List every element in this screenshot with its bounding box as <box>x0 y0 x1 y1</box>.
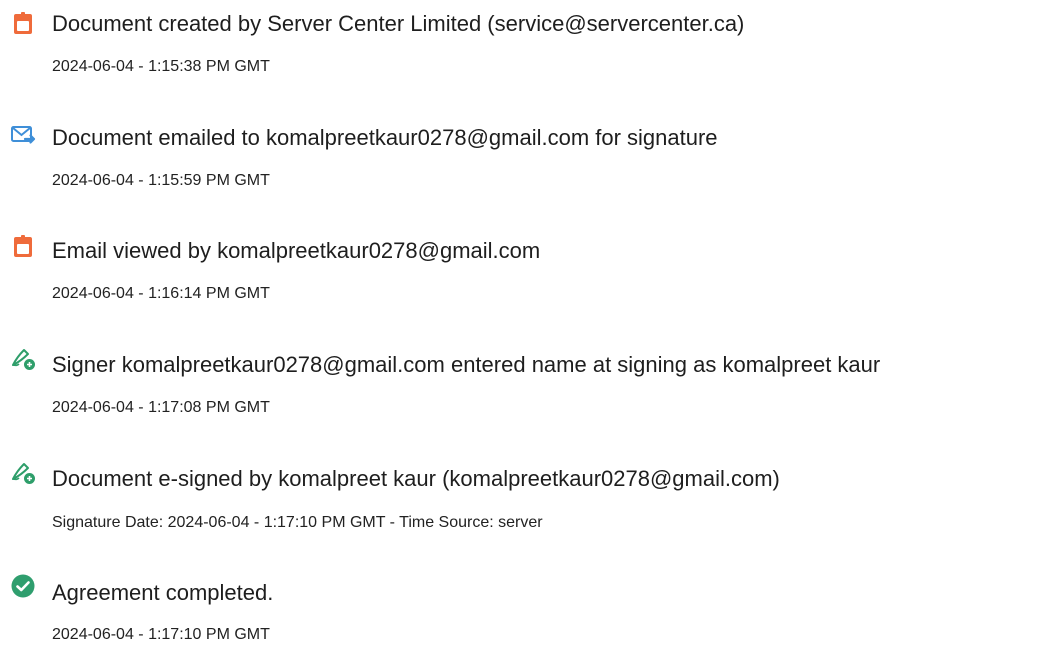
email-icon <box>10 122 36 148</box>
event-timestamp: 2024-06-04 - 1:16:14 PM GMT <box>52 285 270 302</box>
event-timestamp: 2024-06-04 - 1:17:08 PM GMT <box>52 399 270 416</box>
event-title: Signer komalpreetkaur0278@gmail.com ente… <box>52 352 881 377</box>
event-timestamp: 2024-06-04 - 1:15:59 PM GMT <box>52 172 270 189</box>
event-timestamp: 2024-06-04 - 1:17:10 PM GMT <box>52 626 270 643</box>
event-title: Email viewed by komalpreetkaur0278@gmail… <box>52 238 541 263</box>
signature-icon <box>10 345 36 371</box>
event-title: Agreement completed. <box>52 580 274 605</box>
event-title: Document e-signed by komalpreet kaur (ko… <box>52 466 780 491</box>
event-title: Document emailed to komalpreetkaur0278@g… <box>52 125 718 150</box>
document-icon <box>10 233 36 259</box>
event-title: Document created by Server Center Limite… <box>52 11 745 36</box>
audit-history-list: Document created by Server Center Limite… <box>0 0 1054 651</box>
event-timestamp: Signature Date: 2024-06-04 - 1:17:10 PM … <box>52 514 543 531</box>
document-icon <box>10 10 36 36</box>
event-timestamp: 2024-06-04 - 1:15:38 PM GMT <box>52 58 270 75</box>
checkmark-icon <box>10 573 36 599</box>
signature-icon <box>10 459 36 485</box>
